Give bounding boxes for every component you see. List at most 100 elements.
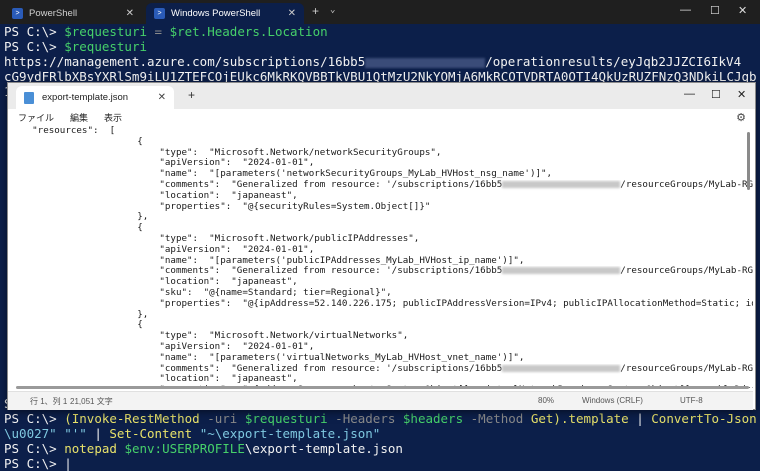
editor-text-run: { [10,136,143,147]
close-window-icon[interactable]: ✕ [738,4,747,17]
editor-line: "properties": "@{ipAddress=52.140.226.17… [10,299,753,310]
terminal-text: https://management.azure.com/subscriptio… [4,54,366,69]
encoding[interactable]: UTF-8 [680,396,703,405]
notepad-icon [24,91,34,104]
editor-line: "resources": [ [10,126,753,137]
char-count: 21,051 文字 [70,397,113,406]
variable: $ret.Headers.Location [169,24,328,39]
tab-powershell[interactable]: > PowerShell ✕ [4,3,142,24]
terminal-text: \u0027" [4,426,65,441]
variable: $requesturi [64,39,148,54]
close-tab-icon[interactable]: ✕ [288,8,296,19]
notepad-tab-strip: export-template.json ✕ + — ☐ ✕ [8,83,755,109]
terminal-line: https://management.azure.com/subscriptio… [4,54,756,69]
vertical-scrollbar[interactable] [747,132,750,190]
chevron-down-icon[interactable]: ⌄ [330,5,335,15]
editor-line: "location": "japaneast", [10,191,753,202]
minimize-icon[interactable]: — [684,88,695,100]
menu-view[interactable]: 表示 [104,111,122,124]
menu-edit[interactable]: 編集 [70,111,88,124]
editor-line: "type": "Microsoft.Network/networkSecuri… [10,148,753,159]
editor-text-run: "location": "japaneast", [10,374,298,385]
editor-text-run: "type": "Microsoft.Network/virtualNetwor… [10,331,409,342]
terminal-text: = [147,24,170,39]
editor-line: "name": "[parameters('networkSecurityGro… [10,169,753,180]
close-window-icon[interactable]: ✕ [737,88,746,101]
terminal-line: PS C:\> | [4,456,756,471]
close-tab-icon[interactable]: ✕ [158,92,166,103]
terminal-text: Set-Content [109,426,193,441]
editor-text-run: { [10,320,143,331]
editor-text-run: "comments": "Generalized from resource: … [10,179,503,190]
notepad-editor[interactable]: "resources": [ { "type": "Microsoft.Netw… [8,126,753,388]
editor-text-run: "name": "[parameters('publicIPAddresses_… [10,255,525,266]
tab-label: PowerShell [29,8,78,19]
editor-line: "apiVersion": "2024-01-01", [10,342,753,353]
editor-text-run: "comments": "Generalized from resource: … [10,363,503,374]
editor-line: "comments": "Generalized from resource: … [10,364,753,375]
editor-line: "location": "japaneast", [10,277,753,288]
prompt: PS C:\> [4,441,65,456]
cursor: | [64,456,72,471]
editor-line: "sku": "@{name=Standard; tier=Regional}"… [10,288,753,299]
horizontal-scrollbar[interactable] [16,386,751,390]
editor-text-run: }, [10,309,149,320]
horizontal-scroll-thumb[interactable] [16,386,749,389]
terminal-text: -Method [463,411,531,426]
editor-text-run: }, [10,212,149,223]
maximize-icon[interactable]: ☐ [711,88,721,101]
editor-line: "comments": "Generalized from resource: … [10,266,753,277]
new-tab-icon[interactable]: + [312,4,319,18]
editor-text-run: "sku": "@{name=Standard; tier=Regional}"… [10,287,392,298]
editor-line: { [10,320,753,331]
editor-line: "name": "[parameters('virtualNetworks_My… [10,353,753,364]
terminal-text: notepad [64,441,117,456]
redacted-region [365,57,486,68]
terminal-text: ConvertTo-Json [651,411,756,426]
terminal-text: Get).template [530,411,629,426]
notepad-file-tab[interactable]: export-template.json ✕ [16,86,174,109]
status-bar: 行 1、列 1 21,051 文字 80% Windows (CRLF) UTF… [8,391,753,410]
editor-text-run: "comments": "Generalized from resource: … [10,266,503,277]
editor-text-run: "name": "[parameters('networkSecurityGro… [10,169,553,180]
terminal-line: PS C:\> (Invoke-RestMethod -uri $request… [4,411,756,426]
powershell-icon: > [154,8,165,19]
editor-text[interactable]: "resources": [ { "type": "Microsoft.Netw… [10,126,753,388]
minimize-icon[interactable]: — [680,4,691,16]
editor-text-run: "properties": "@{securityRules=System.Ob… [10,201,431,212]
terminal-text: \export-template.json [244,441,403,456]
cursor-position: 行 1、列 1 [30,397,68,406]
variable: $requesturi [64,24,148,39]
editor-text-run: "type": "Microsoft.Network/networkSecuri… [10,147,442,158]
editor-line: { [10,137,753,148]
redacted-region [502,180,621,188]
menu-file[interactable]: ファイル [18,111,54,124]
terminal-text: -uri [199,411,245,426]
editor-text-run: /resourceGroups/MyLab-RG-JapanEast. [620,266,753,277]
terminal-text: $env:USERPROFILE [124,441,245,456]
tab-windows-powershell[interactable]: > Windows PowerShell ✕ [146,3,304,24]
new-tab-icon[interactable]: + [188,88,195,102]
terminal-line: PS C:\> $requesturi = $ret.Headers.Locat… [4,24,756,39]
editor-text-run: "apiVersion": "2024-01-01", [10,158,315,169]
prompt: PS C:\> [4,39,65,54]
redacted-region [502,267,621,275]
terminal-text: (Invoke-RestMethod [64,411,200,426]
zoom-level[interactable]: 80% [538,396,554,405]
terminal-text: "~\export-template.json" [192,426,381,441]
editor-line: }, [10,310,753,321]
terminal-text: $headers [402,411,464,426]
line-ending[interactable]: Windows (CRLF) [582,396,643,405]
notepad-menu-bar: ファイル 編集 表示 ⚙ [8,109,755,126]
maximize-icon[interactable]: ☐ [710,4,720,17]
terminal-tab-strip: > PowerShell ✕ > Windows PowerShell ✕ + … [0,0,760,24]
prompt: PS C:\> [4,411,65,426]
close-tab-icon[interactable]: ✕ [126,8,134,19]
editor-text-run: "apiVersion": "2024-01-01", [10,244,315,255]
editor-text-run: "name": "[parameters('virtualNetworks_My… [10,352,525,363]
powershell-icon: > [12,8,23,19]
terminal-line: \u0027" "'" | Set-Content "~\export-temp… [4,426,756,441]
editor-line: "apiVersion": "2024-01-01", [10,158,753,169]
gear-icon[interactable]: ⚙ [736,111,746,124]
editor-text-run: /resourceGroups/MyLab-RG-JapanEast. [620,179,753,190]
